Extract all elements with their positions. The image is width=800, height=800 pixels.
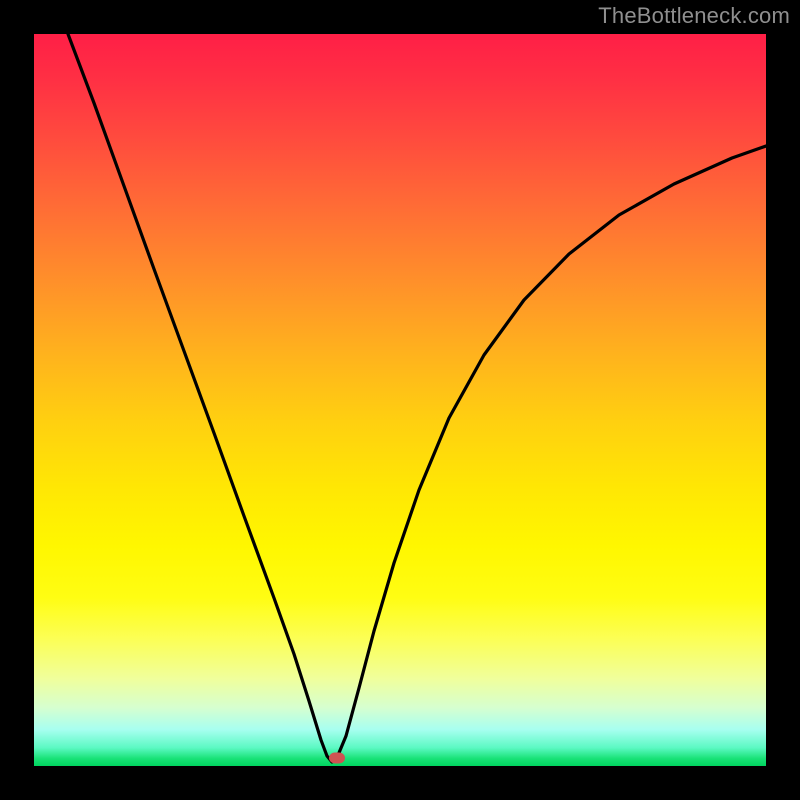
watermark-text: TheBottleneck.com xyxy=(598,3,790,29)
bottleneck-curve xyxy=(34,34,766,766)
chart-frame: TheBottleneck.com xyxy=(0,0,800,800)
plot-area xyxy=(34,34,766,766)
optimal-point-marker xyxy=(329,753,345,764)
